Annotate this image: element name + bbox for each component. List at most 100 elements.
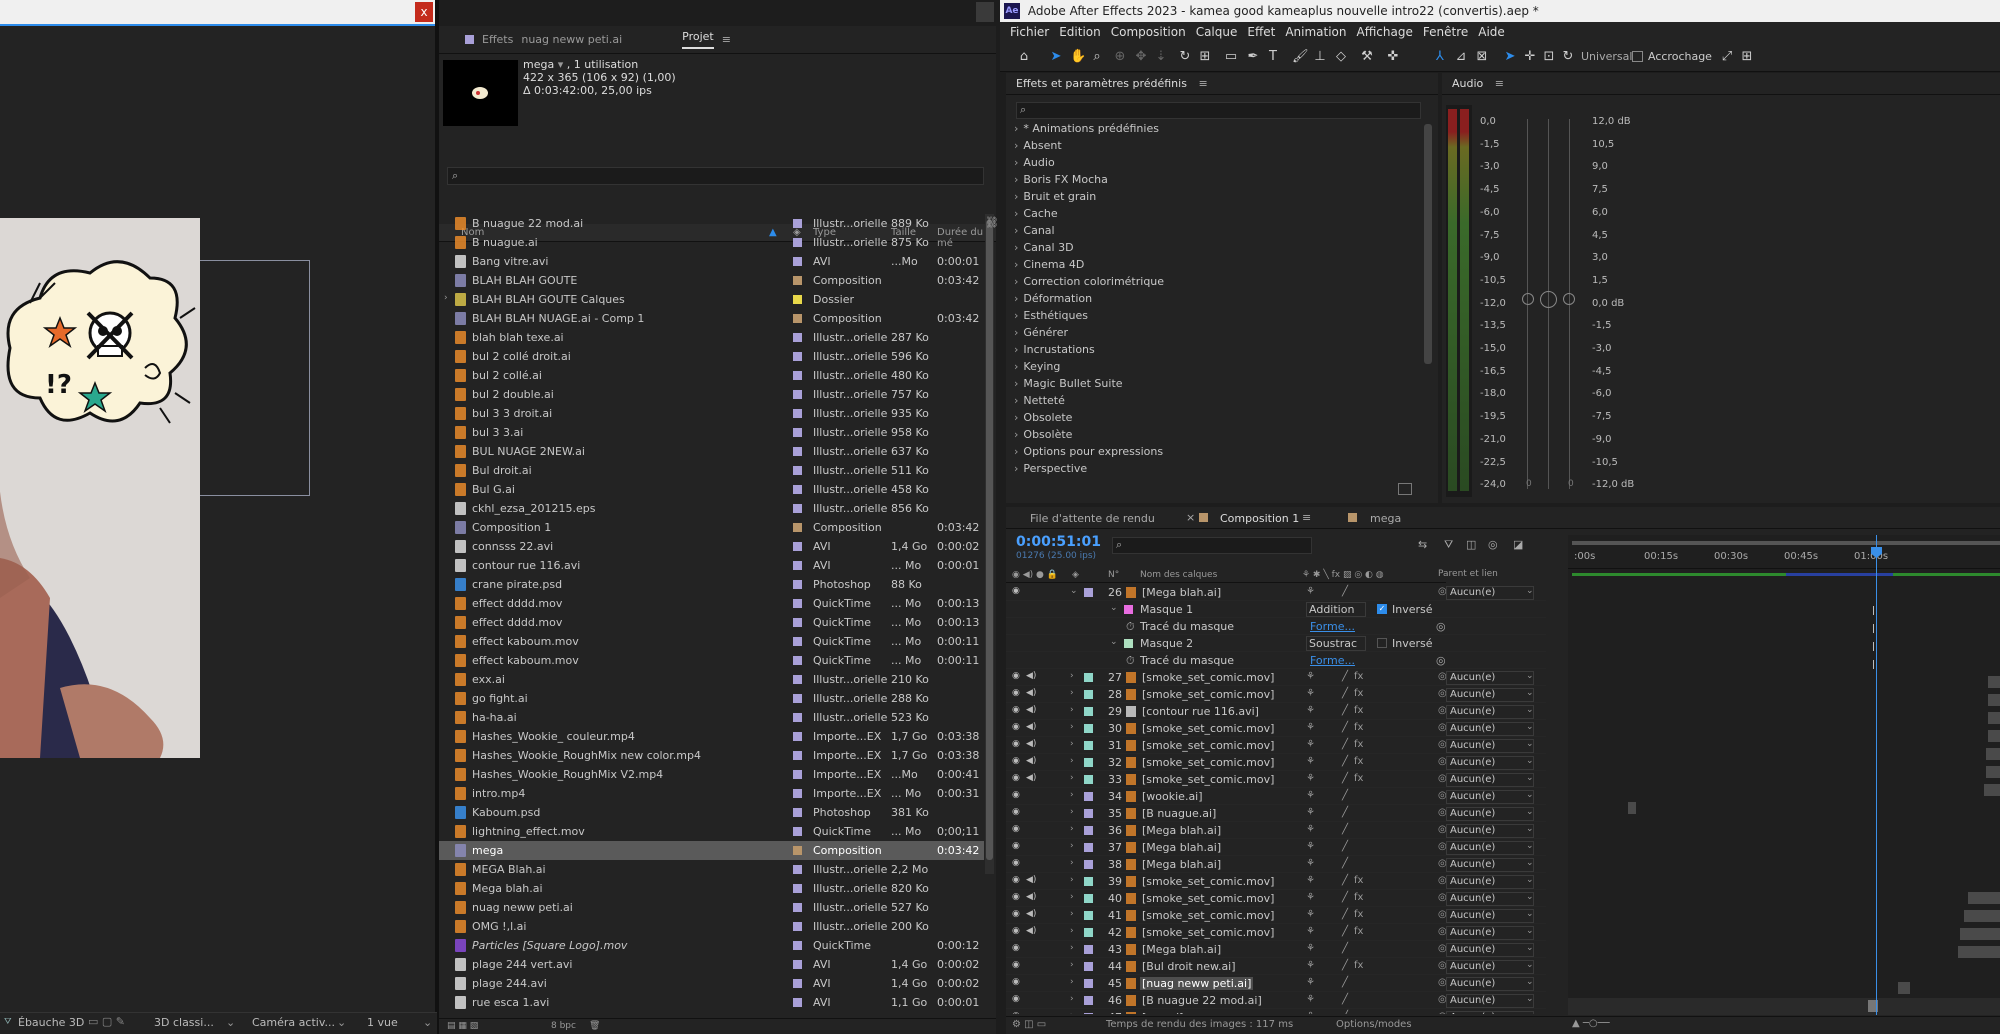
quality-switch-icon[interactable]: ╱ [1342,824,1348,835]
effect-category[interactable]: › Magic Bullet Suite [1006,377,1426,394]
visibility-eye-icon[interactable]: ◉ [1012,824,1022,834]
project-item[interactable]: go fight.ai Illustr...orielle 288 Ko [439,689,984,708]
menu-item-7[interactable]: Fenêtre [1423,25,1468,39]
fx-switch-icon[interactable]: fx [1354,688,1363,699]
layer-duration-bar[interactable] [1958,946,2000,958]
effect-category[interactable]: › Obsolete [1006,411,1426,428]
project-search-input[interactable]: ⌕ [447,167,984,185]
roto-brush-tool-icon[interactable]: ⚒ [1360,50,1374,64]
anchor-tool-icon[interactable]: ⊞ [1198,50,1212,64]
camera-select[interactable]: Caméra activ... [252,1016,335,1029]
layer-row[interactable]: ◉ ◀) › 33 [smoke_set_comic.mov] ⚘ ╱ fx ◎ Aucun(e)… [1006,771,1546,788]
layer-row[interactable]: ◉ › 34 [wookie.ai] ⚘ ╱ ◎ Aucun(e) ⌄ [1006,788,1546,805]
pan-tool-icon[interactable]: ✥ [1134,50,1148,64]
visibility-eye-icon[interactable]: ◉ [1012,671,1022,681]
layer-name[interactable]: [Bul droit new.ai] [1140,960,1238,973]
home-icon[interactable]: ⌂ [1017,50,1031,64]
layer-duration-bar[interactable] [1984,784,2000,796]
chevron-right-icon[interactable]: › [1070,943,1074,953]
visibility-eye-icon[interactable]: ◉ [1012,841,1022,851]
universal-move-icon[interactable]: ➤ [1503,50,1517,64]
shy-switch-icon[interactable]: ⚘ [1306,756,1315,767]
track-row[interactable] [1568,710,2000,727]
track-row[interactable] [1568,656,2000,673]
quality-switch-icon[interactable]: ╱ [1342,586,1348,597]
col-layer-name[interactable]: Nom des calques [1140,570,1217,580]
fx-switch-icon[interactable]: fx [1354,773,1363,784]
project-item[interactable]: Kaboum.psd Photoshop 381 Ko [439,803,984,822]
parent-select[interactable]: Aucun(e) [1446,858,1534,872]
label-color-swatch[interactable] [793,694,802,703]
layer-row[interactable]: ◉ ◀) › 39 [smoke_set_comic.mov] ⚘ ╱ fx ◎ Aucun(e)… [1006,873,1546,890]
layer-name[interactable]: [smoke_set_comic.mov] [1140,722,1276,735]
layer-name[interactable]: [contour rue 116.avi] [1140,705,1261,718]
quality-switch-icon[interactable]: ╱ [1342,858,1348,869]
project-item[interactable]: B nuague 22 mod.ai Illustr...orielle 889 K… [439,214,984,233]
layer-label-swatch[interactable] [1084,809,1093,818]
layer-row[interactable]: ◉ › 35 [B nuague.ai] ⚘ ╱ ◎ Aucun(e) ⌄ [1006,805,1546,822]
shy-switch-icon[interactable]: ⚘ [1306,841,1315,852]
parent-select[interactable]: Aucun(e) [1446,841,1534,855]
fx-switch-icon[interactable]: fx [1354,671,1363,682]
fx-switch-icon[interactable]: fx [1354,926,1363,937]
layer-row[interactable]: ◉ ⌄ 26 [Mega blah.ai] ⚘ ╱ ◎ Aucun(e) ⌄ [1006,584,1546,601]
parent-select[interactable]: Aucun(e) [1446,722,1534,736]
parent-select[interactable]: Aucun(e) [1446,739,1534,753]
layer-label-swatch[interactable] [1084,945,1093,954]
label-color-swatch[interactable] [793,637,802,646]
tab-mega[interactable]: mega [1370,512,1401,525]
layer-duration-bar[interactable] [1988,676,2000,688]
comp-mini-flowchart-icon[interactable]: ⇆ [1418,538,1427,551]
project-scrollbar[interactable] [985,214,994,874]
layer-name[interactable]: [exx.ai] [1140,1011,1185,1014]
viewer-tools-icons[interactable]: ▭ ▢ ✎ [88,1015,125,1028]
track-row[interactable] [1568,638,2000,655]
chevron-right-icon[interactable]: › [1070,892,1074,902]
mask-inverted-checkbox[interactable]: ✓ [1377,604,1387,614]
label-color-swatch[interactable] [793,846,802,855]
effect-category[interactable]: › Esthétiques [1006,309,1426,326]
parent-select[interactable]: Aucun(e) [1446,773,1534,787]
mask-color-swatch[interactable] [1124,605,1133,614]
quality-switch-icon[interactable]: ╱ [1342,739,1348,750]
visibility-eye-icon[interactable]: ◉ [1012,875,1022,885]
label-color-swatch[interactable] [793,333,802,342]
effect-category[interactable]: › Canal [1006,224,1426,241]
label-color-swatch[interactable] [793,485,802,494]
quality-switch-icon[interactable]: ╱ [1342,994,1348,1005]
quality-switch-icon[interactable]: ╱ [1342,722,1348,733]
layer-name[interactable]: [B nuague 22 mod.ai] [1140,994,1264,1007]
project-item[interactable]: intro.mp4 Importe...EX ... Mo 0:00:31 [439,784,984,803]
layer-row[interactable]: ◉ ◀) › 40 [smoke_set_comic.mov] ⚘ ╱ fx ◎ Aucun(e)… [1006,890,1546,907]
layer-row[interactable]: ◉ › 44 [Bul droit new.ai] ⚘ ╱ fx ◎ Aucun(e) ⌄ [1006,958,1546,975]
orbit-tool-icon[interactable]: ⊕ [1113,50,1127,64]
visibility-eye-icon[interactable]: ◉ [1012,688,1022,698]
mask-color-swatch[interactable] [1124,639,1133,648]
layer-label-swatch[interactable] [1084,911,1093,920]
flowchart-icon[interactable]: ⛓ [985,216,999,229]
parent-select[interactable]: Aucun(e) [1446,824,1534,838]
menu-item-5[interactable]: Animation [1285,25,1346,39]
project-item[interactable]: Bul droit.ai Illustr...orielle 511 Ko [439,461,984,480]
visibility-eye-icon[interactable]: ◉ [1012,977,1022,987]
visibility-eye-icon[interactable]: ◉ [1012,858,1022,868]
layer-name[interactable]: [B nuague.ai] [1140,807,1218,820]
project-item[interactable]: nuag neww peti.ai Illustr...orielle 527 Ko [439,898,984,917]
chevron-down-icon[interactable]: ⌄ [1070,586,1078,596]
audio-slider-knob-center[interactable] [1540,291,1557,308]
quality-switch-icon[interactable]: ╱ [1342,773,1348,784]
layer-duration-bar[interactable] [1986,766,2000,778]
tab-render-queue[interactable]: File d'attente de rendu [1030,512,1155,525]
chevron-right-icon[interactable]: › [1070,994,1074,1004]
fx-switch-icon[interactable]: fx [1354,909,1363,920]
mask-name[interactable]: Masque 2 [1140,637,1193,650]
project-item[interactable]: bul 3 3.ai Illustr...orielle 958 Ko [439,423,984,442]
label-color-swatch[interactable] [793,808,802,817]
track-row[interactable] [1568,620,2000,637]
axis-world-icon[interactable]: ⊿ [1454,50,1468,64]
parent-select[interactable]: Aucun(e) [1446,926,1534,940]
track-row[interactable] [1568,872,2000,889]
shy-switch-icon[interactable]: ⚘ [1306,909,1315,920]
menu-item-4[interactable]: Effet [1247,25,1275,39]
shy-switch-icon[interactable]: ⚘ [1306,671,1315,682]
